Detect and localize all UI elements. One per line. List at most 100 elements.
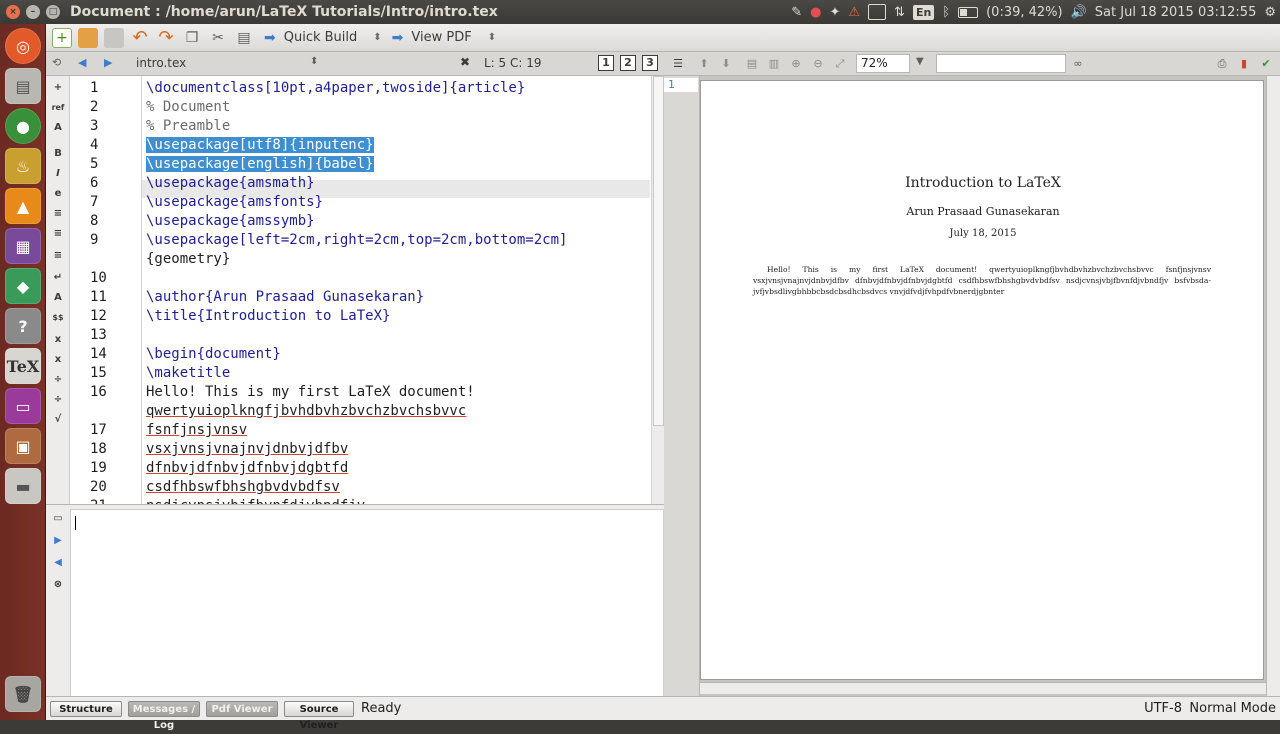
- record-indicator-icon[interactable]: ●: [810, 5, 821, 20]
- network-icon[interactable]: ⇅: [894, 5, 905, 20]
- structure-button[interactable]: Structure: [50, 701, 122, 717]
- cut-icon[interactable]: ✂: [208, 28, 228, 48]
- bold-icon[interactable]: B: [50, 146, 66, 162]
- zoom-in-icon[interactable]: ⊕: [788, 56, 804, 72]
- new-file-icon[interactable]: +: [52, 27, 72, 48]
- file-selector[interactable]: intro.tex: [136, 56, 186, 70]
- close-file-icon[interactable]: ✖: [460, 55, 470, 69]
- drive-icon[interactable]: ▬: [5, 468, 41, 504]
- source-viewer-button[interactable]: Source Viewer: [284, 701, 354, 731]
- emphasis-icon[interactable]: e: [50, 186, 66, 202]
- redo-icon[interactable]: ↷: [156, 27, 176, 48]
- font-style-icon[interactable]: A: [50, 290, 66, 306]
- trash-icon[interactable]: 🗑: [5, 676, 41, 712]
- clipboard-icon[interactable]: [868, 4, 887, 20]
- messages-log-button[interactable]: Messages / Log: [128, 701, 200, 731]
- save-file-icon[interactable]: [104, 27, 124, 48]
- help-icon[interactable]: ?: [5, 308, 41, 344]
- warning-icon[interactable]: ⚠: [848, 5, 860, 20]
- screenshot-app-icon[interactable]: ▣: [5, 428, 41, 464]
- next-error-icon[interactable]: ▶: [50, 533, 66, 549]
- view-2-button[interactable]: 2: [620, 55, 636, 71]
- quick-build-spinner-icon[interactable]: ⬍: [373, 32, 381, 43]
- teapot-app-icon[interactable]: ♨: [5, 148, 41, 184]
- clock[interactable]: Sat Jul 18 2015 03:12:55: [1095, 5, 1257, 20]
- minimize-window-icon[interactable]: –: [26, 5, 40, 19]
- close-window-icon[interactable]: ×: [6, 5, 20, 19]
- sqrt-icon[interactable]: √: [50, 412, 66, 428]
- pdf-horizontal-scrollbar[interactable]: [700, 682, 1266, 694]
- view-3-button[interactable]: 3: [642, 55, 658, 71]
- pdf-viewer-button[interactable]: Pdf Viewer: [206, 701, 278, 717]
- fit-width-icon[interactable]: ⤢: [832, 56, 848, 72]
- pdf-search-input[interactable]: [936, 54, 1066, 73]
- volume-icon[interactable]: 🔊: [1071, 5, 1087, 20]
- dfrac-icon[interactable]: ÷: [50, 392, 66, 408]
- battery-icon[interactable]: [958, 6, 979, 18]
- messages-log-area[interactable]: [70, 509, 664, 697]
- prev-file-icon[interactable]: ◀: [78, 56, 86, 69]
- stop-icon[interactable]: ⊗: [50, 577, 66, 593]
- open-file-icon[interactable]: [78, 27, 98, 48]
- files-icon[interactable]: ▤: [5, 68, 41, 104]
- italic-icon[interactable]: I: [50, 166, 66, 182]
- page-thumbnail-1[interactable]: 1: [664, 78, 698, 92]
- settings-gear-icon[interactable]: ⚙: [1264, 5, 1276, 20]
- single-page-icon[interactable]: ▤: [744, 56, 760, 72]
- bluetooth-icon[interactable]: ᛒ: [942, 5, 950, 20]
- ref-icon[interactable]: ref: [50, 100, 66, 116]
- terminal-icon[interactable]: ▭: [50, 511, 66, 527]
- scroll-thumb[interactable]: [653, 76, 664, 426]
- paste-icon[interactable]: ▤: [234, 28, 254, 48]
- zoom-out-icon[interactable]: ⊖: [810, 56, 826, 72]
- math-mode-icon[interactable]: $$: [50, 310, 66, 326]
- superscript-icon[interactable]: x: [50, 352, 66, 368]
- line-number: 10: [90, 270, 107, 286]
- cube-app-icon[interactable]: ◆: [5, 268, 41, 304]
- media-app-icon[interactable]: ▦: [5, 228, 41, 264]
- quick-build-button[interactable]: ➡ Quick Build: [264, 30, 357, 46]
- file-selector-arrow-icon[interactable]: ⬍: [310, 56, 318, 67]
- dropbox-icon[interactable]: ✦: [829, 5, 840, 20]
- dash-home-icon[interactable]: ◎: [5, 28, 41, 64]
- subscript-icon[interactable]: x: [50, 332, 66, 348]
- add-icon[interactable]: +: [50, 80, 66, 96]
- pdf-vertical-scrollbar[interactable]: [1266, 76, 1280, 696]
- search-binoculars-icon[interactable]: ∞: [1070, 56, 1086, 72]
- check-icon[interactable]: ✔: [1258, 56, 1274, 72]
- chrome-icon[interactable]: ●: [5, 108, 41, 144]
- maximize-window-icon[interactable]: □: [46, 5, 60, 19]
- pdf-page[interactable]: Introduction to LaTeX Arun Prasaad Gunas…: [700, 80, 1264, 680]
- font-size-icon[interactable]: A: [50, 120, 66, 136]
- structure-toggle-icon[interactable]: ☰: [670, 56, 686, 72]
- external-viewer-icon[interactable]: ▮: [1236, 56, 1252, 72]
- undo-icon[interactable]: ↶: [130, 27, 150, 48]
- align-center-icon[interactable]: ≡: [50, 226, 66, 242]
- page-up-icon[interactable]: ⬆: [696, 56, 712, 72]
- view-pdf-spinner-icon[interactable]: ⬍: [488, 32, 496, 43]
- new-line-icon[interactable]: ↵: [50, 270, 66, 286]
- code-line: fsnfjnsjvnsv: [146, 422, 248, 438]
- page-down-icon[interactable]: ⬇: [718, 56, 734, 72]
- view-pdf-button[interactable]: ➡ View PDF: [392, 30, 472, 46]
- print-icon[interactable]: ⎙: [1214, 56, 1230, 72]
- fraction-icon[interactable]: ÷: [50, 372, 66, 388]
- editor-scrollbar[interactable]: [651, 76, 664, 504]
- refresh-icon[interactable]: ⟲: [52, 56, 61, 69]
- texmaker-icon[interactable]: TeX: [5, 348, 41, 384]
- continuous-icon[interactable]: ▥: [766, 56, 782, 72]
- zoom-level-select[interactable]: 72%: [856, 54, 910, 73]
- vlc-icon[interactable]: ▲: [5, 188, 41, 224]
- battery-status[interactable]: (0:39, 42%): [986, 5, 1063, 20]
- edit-indicator-icon[interactable]: ✎: [791, 5, 802, 20]
- align-left-icon[interactable]: ≡: [50, 206, 66, 222]
- align-right-icon[interactable]: ≡: [50, 248, 66, 264]
- keyboard-layout-indicator[interactable]: En: [912, 4, 935, 20]
- copy-icon[interactable]: ❐: [182, 28, 202, 48]
- view-1-button[interactable]: 1: [598, 55, 614, 71]
- next-file-icon[interactable]: ▶: [104, 56, 112, 69]
- terminal-app-icon[interactable]: ▭: [5, 388, 41, 424]
- zoom-dropdown-arrow-icon[interactable]: ▼: [916, 56, 924, 67]
- prev-error-icon[interactable]: ◀: [50, 555, 66, 571]
- code-editor[interactable]: 1 2 3 4 5 6 7 8 9 10 11 12 13 14 15 16 1…: [70, 76, 664, 504]
